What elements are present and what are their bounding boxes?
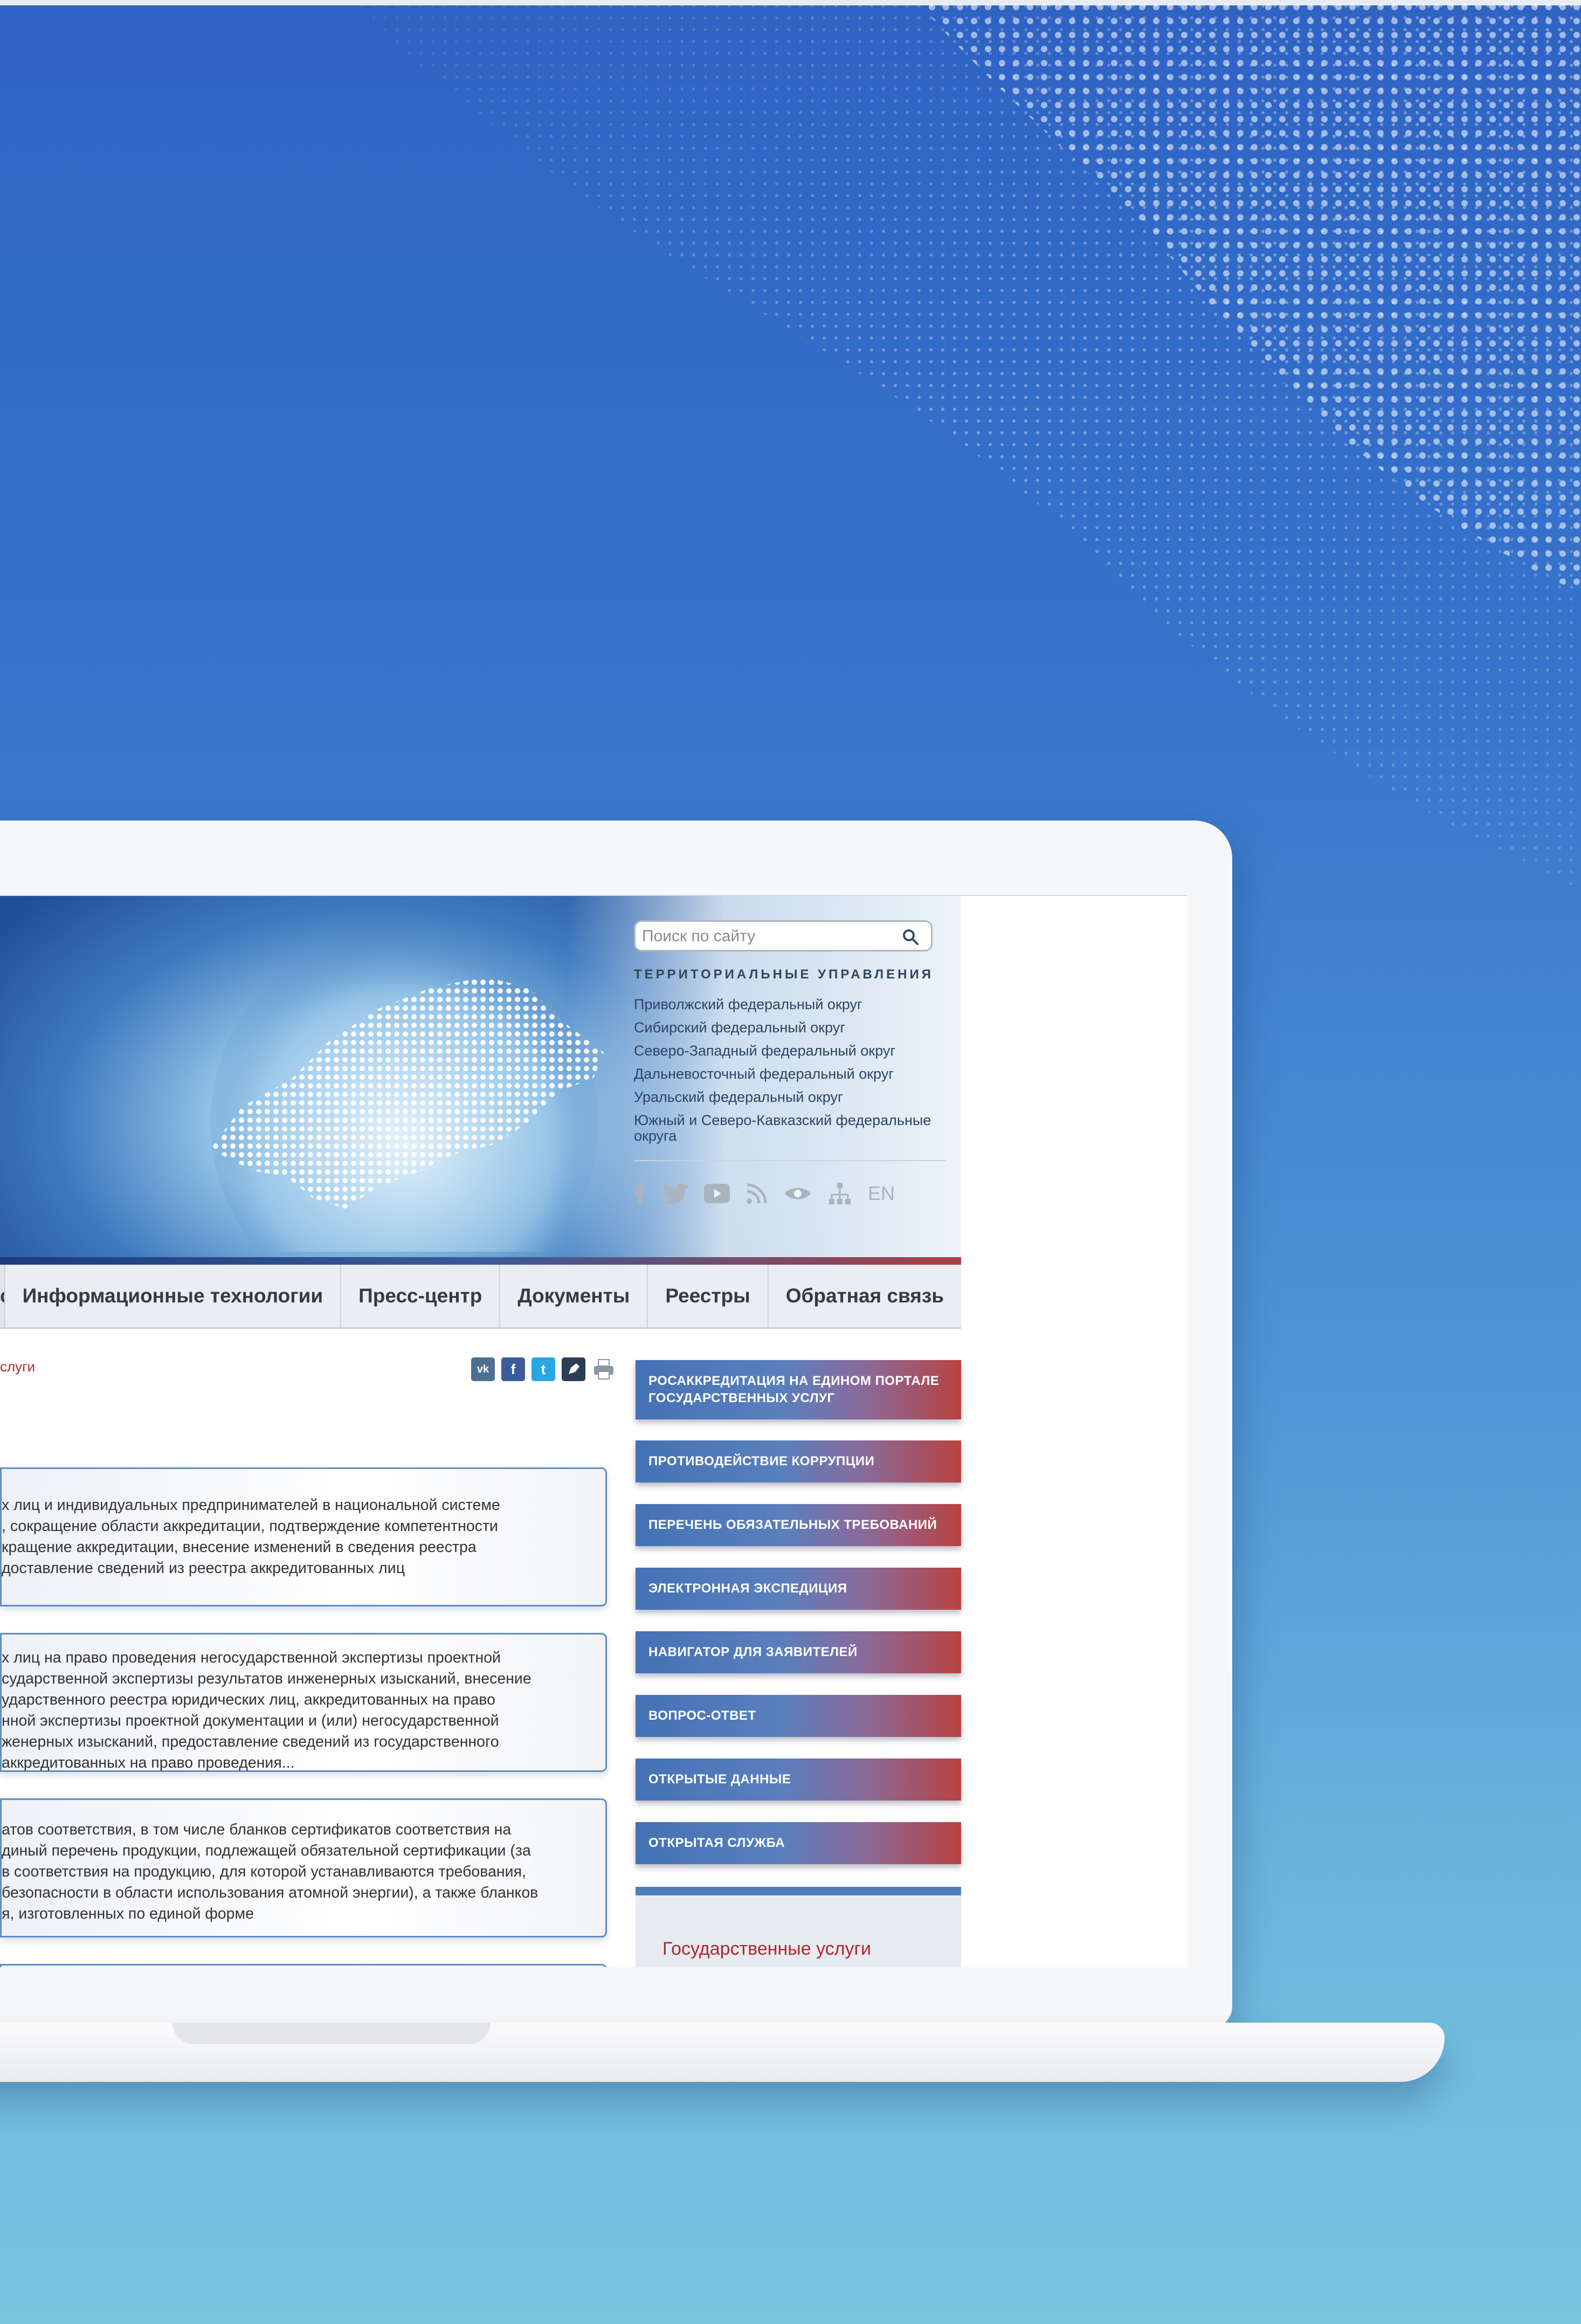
main-nav: сть Информационные технологии Пресс-цент… xyxy=(0,1265,961,1329)
sidebar-button-faq[interactable]: ВОПРОС-ОТВЕТ xyxy=(636,1695,961,1737)
territorial-link[interactable]: Дальневосточный федеральный округ xyxy=(634,1063,957,1086)
site-header: ТЕРРИТОРИАЛЬНЫЕ УПРАВЛЕНИЯ Приволжский ф… xyxy=(0,896,961,1257)
livejournal-share-icon[interactable] xyxy=(562,1357,585,1381)
sidebar-button-gosuslugi[interactable]: РОСАККРЕДИТАЦИЯ НА ЕДИНОМ ПОРТАЛЕ ГОСУДА… xyxy=(636,1360,961,1419)
nav-item-activity[interactable]: сть xyxy=(0,1265,4,1327)
share-buttons: vk f t xyxy=(471,1357,622,1381)
eye-icon[interactable] xyxy=(784,1185,812,1202)
sidebar-button-e-expedition[interactable]: ЭЛЕКТРОННАЯ ЭКСПЕДИЦИЯ xyxy=(636,1568,961,1610)
sidebar-button-open-data[interactable]: ОТКРЫТЫЕ ДАННЫЕ xyxy=(636,1758,961,1801)
twitter-share-icon[interactable]: t xyxy=(531,1357,555,1381)
youtube-icon[interactable] xyxy=(704,1184,730,1203)
sidebar-button-requirements[interactable]: ПЕРЕЧЕНЬ ОБЯЗАТЕЛЬНЫХ ТРЕБОВАНИЙ xyxy=(636,1504,961,1546)
service-card[interactable] xyxy=(0,1964,607,1967)
territorial-link[interactable]: Приволжский федеральный округ xyxy=(634,993,957,1016)
nav-item-feedback[interactable]: Обратная связь xyxy=(767,1265,961,1327)
vk-share-icon[interactable]: vk xyxy=(471,1357,495,1381)
gov-services-title[interactable]: Государственные услуги xyxy=(662,1939,871,1960)
rss-icon[interactable] xyxy=(746,1183,768,1204)
territorial-link[interactable]: Южный и Северо-Кавказский федеральные ок… xyxy=(634,1113,957,1144)
territorial-list: Приволжский федеральный округ Сибирский … xyxy=(634,993,957,1144)
twitter-icon[interactable] xyxy=(662,1183,688,1204)
territorial-title: ТЕРРИТОРИАЛЬНЫЕ УПРАВЛЕНИЯ xyxy=(634,967,934,982)
laptop-notch xyxy=(172,2023,491,2044)
header-divider xyxy=(634,1160,945,1161)
territorial-link[interactable]: Уральский федеральный округ xyxy=(634,1086,957,1109)
service-text: атов соответствия, в том числе бланков с… xyxy=(2,1821,538,1922)
breadcrumb[interactable]: слуги xyxy=(0,1358,35,1375)
sitemap-icon[interactable] xyxy=(828,1182,852,1205)
facebook-icon[interactable] xyxy=(634,1182,646,1205)
nav-item-press[interactable]: Пресс-центр xyxy=(340,1265,499,1327)
service-card[interactable]: атов соответствия, в том числе бланков с… xyxy=(0,1798,607,1937)
service-text: х лиц на право проведения негосударствен… xyxy=(2,1649,531,1771)
website-screen: ТЕРРИТОРИАЛЬНЫЕ УПРАВЛЕНИЯ Приволжский ф… xyxy=(0,896,1187,1967)
language-switch[interactable]: EN xyxy=(868,1182,895,1205)
gov-services-panel: Государственные услуги xyxy=(636,1887,961,1967)
social-links: EN xyxy=(634,1177,911,1210)
search-input[interactable] xyxy=(636,922,891,951)
nav-item-registries[interactable]: Реестры xyxy=(647,1265,767,1327)
nav-item-documents[interactable]: Документы xyxy=(499,1265,647,1327)
search-icon[interactable] xyxy=(902,928,919,946)
territorial-link[interactable]: Сибирский федеральный округ xyxy=(634,1016,957,1039)
sidebar-button-navigator[interactable]: НАВИГАТОР ДЛЯ ЗАЯВИТЕЛЕЙ xyxy=(636,1631,961,1673)
facebook-share-icon[interactable]: f xyxy=(501,1357,525,1381)
service-card[interactable]: х лиц на право проведения негосударствен… xyxy=(0,1633,607,1772)
nav-item-it[interactable]: Информационные технологии xyxy=(4,1265,341,1327)
sidebar-button-open-service[interactable]: ОТКРЫТАЯ СЛУЖБА xyxy=(636,1822,961,1864)
service-text: х лиц и индивидуальных предпринимателей … xyxy=(2,1497,500,1577)
dot-pattern-background xyxy=(0,0,1581,916)
globe-map-icon xyxy=(210,928,604,1252)
site-search[interactable] xyxy=(634,920,933,951)
territorial-link[interactable]: Северо-Западный федеральный округ xyxy=(634,1039,957,1063)
nav-stripe xyxy=(0,1257,961,1265)
service-card[interactable]: х лиц и индивидуальных предпринимателей … xyxy=(0,1467,607,1606)
sidebar-button-anticorruption[interactable]: ПРОТИВОДЕЙСТВИЕ КОРРУПЦИИ xyxy=(636,1440,961,1482)
print-icon[interactable] xyxy=(592,1357,616,1381)
